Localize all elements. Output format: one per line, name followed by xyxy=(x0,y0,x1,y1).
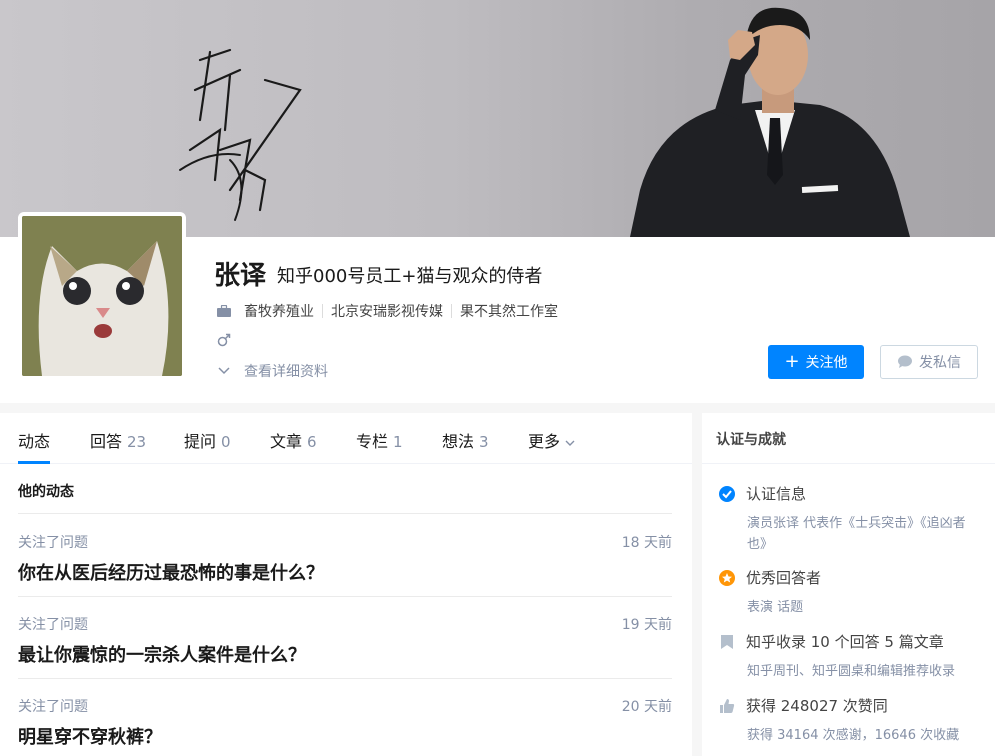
company-text: 果不其然工作室 xyxy=(460,304,558,320)
verified-icon xyxy=(718,485,736,503)
tab-count: 23 xyxy=(127,433,147,451)
collection-item: 知乎收录 10 个回答 5 篇文章 xyxy=(718,631,944,652)
tab-label: 动态 xyxy=(18,432,51,451)
upvotes-item: 获得 248027 次赞同 xyxy=(718,695,888,716)
feed-item-time: 20 天前 xyxy=(621,699,672,715)
profile-header: 张译 知乎000号员工+猫与观众的侍者 畜牧养殖业 北京安瑞影视传媒 果不其然工… xyxy=(0,212,995,403)
achievement-label: 获得 248027 次赞同 xyxy=(746,697,888,715)
company-text: 北京安瑞影视传媒 xyxy=(331,304,443,320)
active-tab-indicator xyxy=(18,461,50,464)
details-link-label: 查看详细资料 xyxy=(244,364,328,380)
chat-bubble-icon xyxy=(897,355,913,369)
achievement-detail: 获得 34164 次感谢，16646 次收藏 xyxy=(747,728,960,743)
follow-button-label: 关注他 xyxy=(805,355,848,371)
feed-item-action: 关注了问题 xyxy=(18,535,88,551)
cover-image xyxy=(0,0,995,237)
tab-answers[interactable]: 回答 23 xyxy=(90,428,146,452)
divider xyxy=(322,304,323,318)
male-icon xyxy=(216,332,232,348)
profile-headline: 知乎000号员工+猫与观众的侍者 xyxy=(277,266,543,287)
gender-row xyxy=(216,332,244,348)
achievement-detail: 表演 话题 xyxy=(747,600,804,615)
divider xyxy=(18,596,672,597)
profile-name: 张译 xyxy=(214,261,267,291)
star-badge-icon xyxy=(718,569,736,587)
feed-item-title[interactable]: 明星穿不穿秋裤？ xyxy=(18,723,162,749)
tab-label: 专栏 xyxy=(356,432,389,451)
feed-item-action: 关注了问题 xyxy=(18,699,88,715)
tab-articles[interactable]: 文章 6 xyxy=(270,428,317,452)
tab-thoughts[interactable]: 想法 3 xyxy=(442,428,489,452)
tab-columns[interactable]: 专栏 1 xyxy=(356,428,403,452)
tab-count: 0 xyxy=(221,433,231,451)
tab-label: 文章 xyxy=(270,432,303,451)
briefcase-icon xyxy=(216,303,232,319)
achievements-card: 认证与成就 认证信息 演员张译 代表作《士兵突击》《追凶者也》 优秀回答者 表演… xyxy=(702,413,995,756)
portrait-photo xyxy=(630,7,910,237)
verification-item: 认证信息 xyxy=(718,483,806,504)
tab-more[interactable]: 更多 xyxy=(528,428,575,452)
achievement-detail: 知乎周刊、知乎圆桌和编辑推荐收录 xyxy=(747,664,956,679)
avatar[interactable] xyxy=(18,212,186,380)
industry-text: 畜牧养殖业 xyxy=(244,304,314,320)
tab-label: 提问 xyxy=(184,432,217,451)
activity-card: 动态 回答 23 提问 0 文章 6 专栏 1 想法 3 更多 他的动态 关注了问题 18… xyxy=(0,413,692,756)
feed-item-title[interactable]: 你在从医后经历过最恐怖的事是什么？ xyxy=(18,559,324,585)
feed-item-time: 19 天前 xyxy=(621,617,672,633)
chevron-down-icon xyxy=(565,432,575,451)
message-button[interactable]: 发私信 xyxy=(880,345,978,379)
tab-label: 回答 xyxy=(90,432,123,451)
message-button-label: 发私信 xyxy=(919,355,961,371)
divider xyxy=(18,513,672,514)
feed-item-title[interactable]: 最让你震惊的一宗杀人案件是什么？ xyxy=(18,641,306,667)
tab-label: 想法 xyxy=(442,432,475,451)
details-link[interactable]: 查看详细资料 xyxy=(216,361,328,381)
tab-count: 6 xyxy=(307,433,317,451)
section-title: 他的动态 xyxy=(18,484,74,500)
divider xyxy=(451,304,452,318)
follow-button[interactable]: + 关注他 xyxy=(768,345,864,379)
thumbs-up-icon xyxy=(718,697,736,715)
tab-count: 3 xyxy=(479,433,489,451)
profile-tabs: 动态 回答 23 提问 0 文章 6 专栏 1 想法 3 更多 xyxy=(0,413,692,464)
sidebar-title: 认证与成就 xyxy=(702,413,995,464)
tab-activity[interactable]: 动态 xyxy=(18,428,50,452)
cat-avatar-image xyxy=(22,216,182,376)
achievement-label: 认证信息 xyxy=(746,485,807,503)
plus-icon: + xyxy=(784,351,800,372)
tab-questions[interactable]: 提问 0 xyxy=(184,428,231,452)
achievement-label: 知乎收录 10 个回答 5 篇文章 xyxy=(746,633,944,651)
tab-label: 更多 xyxy=(528,432,561,451)
feed-item-time: 18 天前 xyxy=(621,535,672,551)
excellent-answerer-item: 优秀回答者 xyxy=(718,567,821,588)
divider xyxy=(18,678,672,679)
bookmark-icon xyxy=(718,633,736,651)
achievement-label: 优秀回答者 xyxy=(746,569,822,587)
tab-count: 1 xyxy=(393,433,403,451)
achievement-detail: 演员张译 代表作《士兵突击》《追凶者也》 xyxy=(747,516,966,552)
chevron-down-icon xyxy=(216,363,232,379)
feed-item-action: 关注了问题 xyxy=(18,617,88,633)
signature-image xyxy=(179,48,302,221)
employment-row: 畜牧养殖业 北京安瑞影视传媒 果不其然工作室 xyxy=(216,301,558,321)
